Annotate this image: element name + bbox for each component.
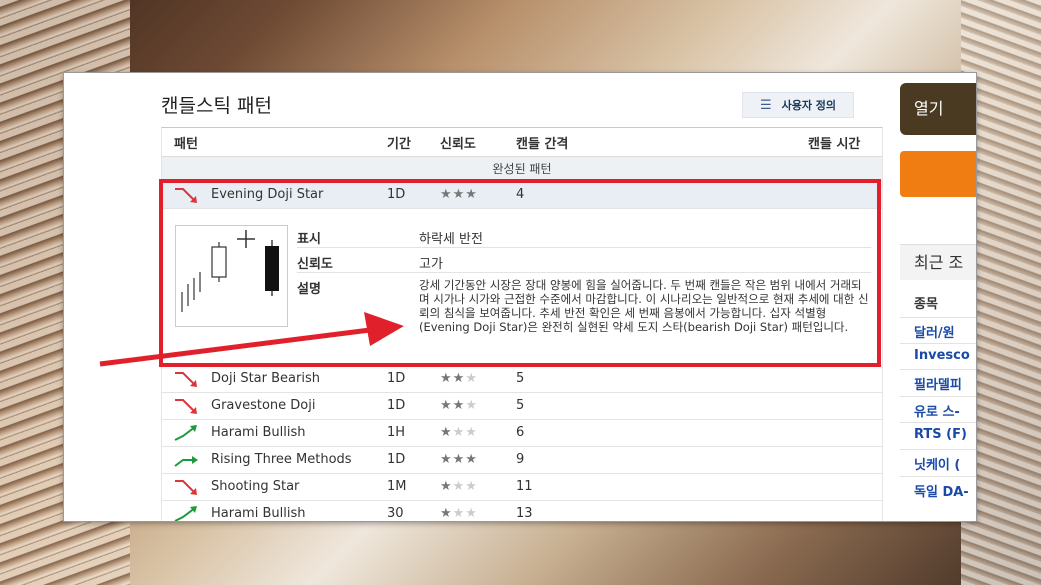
red-arrow-annotation	[99, 312, 404, 367]
